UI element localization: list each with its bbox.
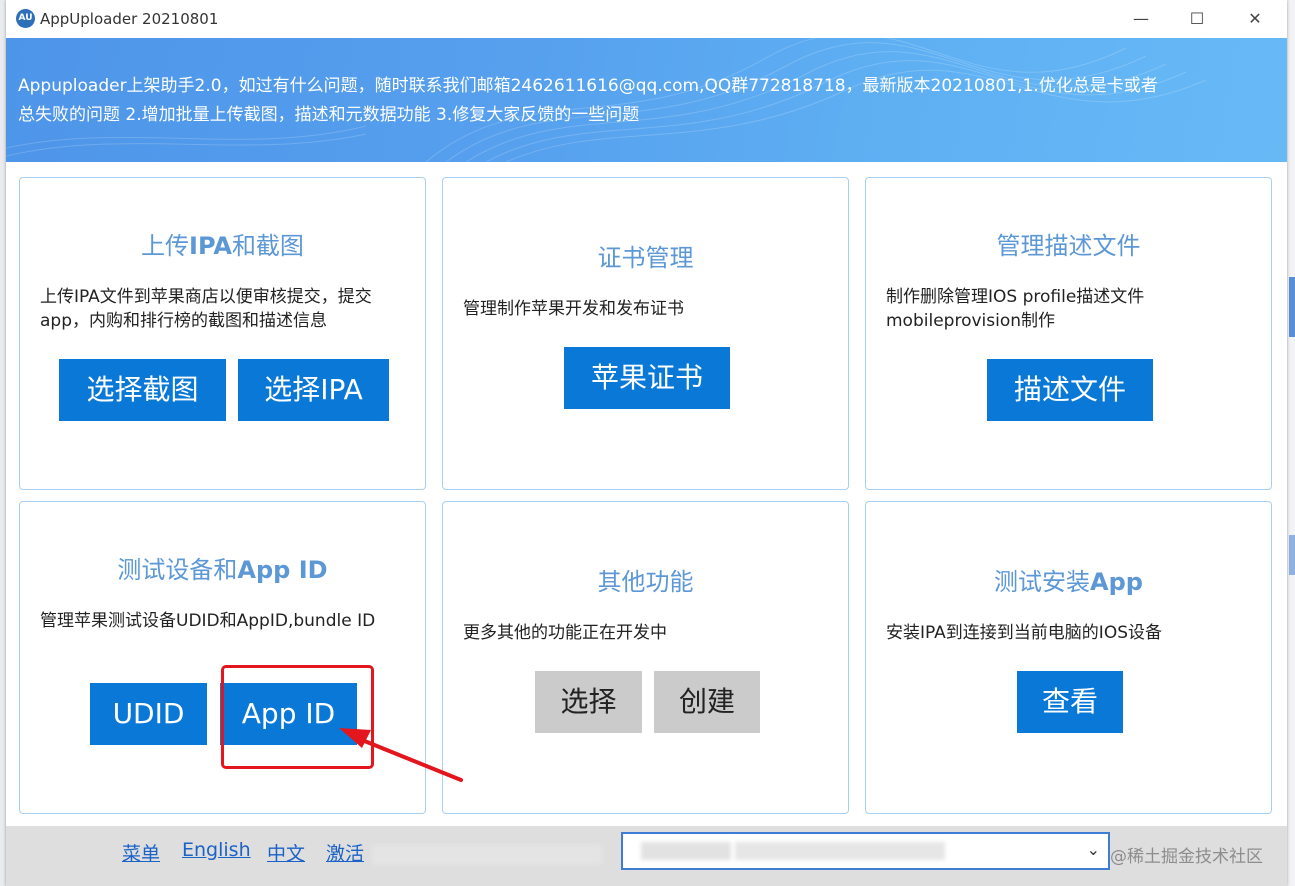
create-button[interactable]: 创建 bbox=[654, 671, 760, 733]
background-window-edge bbox=[1287, 0, 1295, 886]
card-description: 制作删除管理IOS profile描述文件mobileprovision制作 bbox=[886, 287, 1145, 331]
card-upload-ipa: 上传IPA和截图 上传IPA文件到苹果商店以便审核提交，提交app，内购和排行榜… bbox=[19, 177, 426, 490]
maximize-icon[interactable]: ☐ bbox=[1186, 8, 1208, 30]
annotation-highlight-box bbox=[221, 665, 374, 769]
chinese-link[interactable]: 中文 bbox=[267, 839, 305, 866]
minimize-icon[interactable]: — bbox=[1130, 8, 1152, 30]
redacted-text bbox=[372, 845, 602, 865]
card-description: 更多其他的功能正在开发中 bbox=[463, 623, 667, 643]
redacted-value bbox=[641, 842, 731, 860]
card-description: 安装IPA到连接到当前电脑的IOS设备 bbox=[886, 623, 1162, 643]
view-devices-button[interactable]: 查看 bbox=[1017, 671, 1123, 733]
watermark: @稀土掘金技术社区 bbox=[1110, 847, 1263, 867]
card-profiles: 管理描述文件 制作删除管理IOS profile描述文件mobileprovis… bbox=[865, 177, 1272, 490]
activate-link[interactable]: 激活 bbox=[326, 839, 364, 866]
window-title: AppUploader 20210801 bbox=[40, 10, 219, 28]
card-title: 管理描述文件 bbox=[996, 232, 1141, 260]
background-highlight bbox=[1289, 277, 1295, 337]
udid-button[interactable]: UDID bbox=[90, 683, 207, 745]
card-description: 上传IPA文件到苹果商店以便审核提交，提交app，内购和排行榜的截图和描述信息 bbox=[40, 287, 372, 331]
account-dropdown[interactable]: ⌄ bbox=[621, 832, 1110, 870]
chevron-down-icon[interactable]: ⌄ bbox=[1087, 840, 1100, 859]
status-footer: 菜单 English 中文 激活 ⌄ @稀土掘金技术社区 bbox=[6, 826, 1287, 886]
card-title: 证书管理 bbox=[597, 244, 694, 272]
banner-line: 总失败的问题 2.增加批量上传截图，描述和元数据功能 3.修复大家反馈的一些问题 bbox=[18, 105, 640, 125]
app-logo-icon: AU bbox=[16, 9, 35, 28]
select-ipa-button[interactable]: 选择IPA bbox=[238, 359, 389, 421]
card-description: 管理制作苹果开发和发布证书 bbox=[463, 299, 684, 319]
card-description: 管理苹果测试设备UDID和AppID,bundle ID bbox=[40, 611, 376, 631]
profile-button[interactable]: 描述文件 bbox=[987, 359, 1153, 421]
select-button[interactable]: 选择 bbox=[535, 671, 642, 733]
select-screenshots-button[interactable]: 选择截图 bbox=[59, 359, 226, 421]
menu-link[interactable]: 菜单 bbox=[122, 839, 160, 866]
feature-panel: 上传IPA和截图 上传IPA文件到苹果商店以便审核提交，提交app，内购和排行榜… bbox=[6, 162, 1287, 826]
banner-line: Appuploader上架助手2.0，如过有什么问题，随时联系我们邮箱24626… bbox=[18, 76, 1158, 96]
apple-certificate-button[interactable]: 苹果证书 bbox=[564, 347, 730, 409]
card-other-features: 其他功能 更多其他的功能正在开发中 选择 创建 bbox=[442, 501, 849, 814]
banner-message: Appuploader上架助手2.0，如过有什么问题，随时联系我们邮箱24626… bbox=[18, 72, 1280, 130]
card-title: 上传IPA和截图 bbox=[141, 232, 304, 260]
title-bar: AU AppUploader 20210801 — ☐ ✕ bbox=[6, 0, 1287, 38]
app-window: AU AppUploader 20210801 — ☐ ✕ Appuploade… bbox=[6, 0, 1287, 886]
redacted-value bbox=[735, 842, 945, 860]
card-certificates: 证书管理 管理制作苹果开发和发布证书 苹果证书 bbox=[442, 177, 849, 490]
card-install-app: 测试安装App 安装IPA到连接到当前电脑的IOS设备 查看 bbox=[865, 501, 1272, 814]
card-title: 其他功能 bbox=[597, 568, 694, 596]
english-link[interactable]: English bbox=[182, 839, 251, 861]
card-title: 测试安装App bbox=[994, 568, 1143, 596]
notice-banner: Appuploader上架助手2.0，如过有什么问题，随时联系我们邮箱24626… bbox=[6, 38, 1287, 162]
close-icon[interactable]: ✕ bbox=[1244, 8, 1266, 30]
card-title: 测试设备和App ID bbox=[117, 556, 328, 584]
background-highlight bbox=[1289, 535, 1295, 575]
